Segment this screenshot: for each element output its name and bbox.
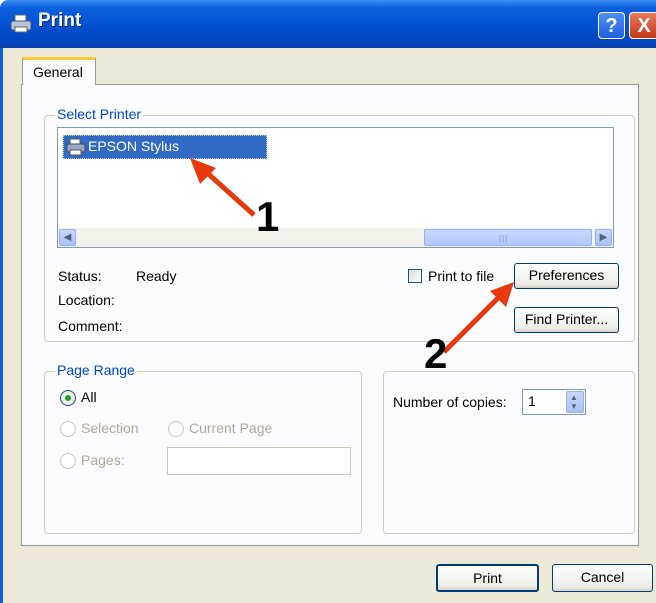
preferences-button[interactable]: Preferences <box>514 263 619 289</box>
printer-list[interactable]: EPSON Stylus ◀ ||| ▶ <box>57 127 614 248</box>
print-to-file-label[interactable]: Print to file <box>428 268 494 284</box>
page-range-legend: Page Range <box>55 362 137 378</box>
scroll-thumb[interactable]: ||| <box>424 229 592 246</box>
printer-item-epson[interactable]: EPSON Stylus <box>63 135 267 159</box>
all-radio[interactable] <box>60 390 76 406</box>
printer-name: EPSON Stylus <box>88 138 180 154</box>
tab-general[interactable]: General <box>22 57 96 85</box>
close-button[interactable]: X <box>629 12 656 39</box>
print-to-file-checkbox[interactable] <box>408 269 422 283</box>
print-dialog: Print ? X General Select Printer EPSON S… <box>0 0 656 603</box>
print-button[interactable]: Print <box>436 564 539 592</box>
title-bar[interactable]: Print ? X <box>0 0 656 48</box>
pages-label[interactable]: Pages: <box>81 452 125 468</box>
select-printer-legend: Select Printer <box>55 106 144 122</box>
horizontal-scrollbar[interactable]: ◀ ||| ▶ <box>58 228 613 247</box>
scroll-left-icon[interactable]: ◀ <box>59 229 76 246</box>
pages-radio[interactable] <box>60 453 76 469</box>
printer-icon <box>66 138 86 156</box>
copies-spinner[interactable]: ▲ ▼ <box>566 391 584 413</box>
spin-up-icon[interactable]: ▲ <box>570 393 578 402</box>
current-page-label[interactable]: Current Page <box>189 420 272 436</box>
status-label: Status: <box>58 268 102 284</box>
scroll-right-icon[interactable]: ▶ <box>595 229 612 246</box>
copies-label: Number of copies: <box>393 394 507 410</box>
cancel-button[interactable]: Cancel <box>552 564 653 592</box>
help-button[interactable]: ? <box>598 12 625 39</box>
pages-input[interactable] <box>167 447 351 475</box>
current-page-radio[interactable] <box>168 421 184 437</box>
all-label[interactable]: All <box>81 389 97 405</box>
window-title: Print <box>38 10 82 31</box>
printer-icon <box>10 14 32 33</box>
annotation-1: 1 <box>256 193 280 240</box>
location-label: Location: <box>58 292 115 308</box>
comment-label: Comment: <box>58 318 123 334</box>
spin-down-icon[interactable]: ▼ <box>570 402 578 411</box>
selection-label[interactable]: Selection <box>81 420 139 436</box>
selection-radio[interactable] <box>60 421 76 437</box>
find-printer-button[interactable]: Find Printer... <box>514 307 619 333</box>
status-value: Ready <box>136 268 177 284</box>
